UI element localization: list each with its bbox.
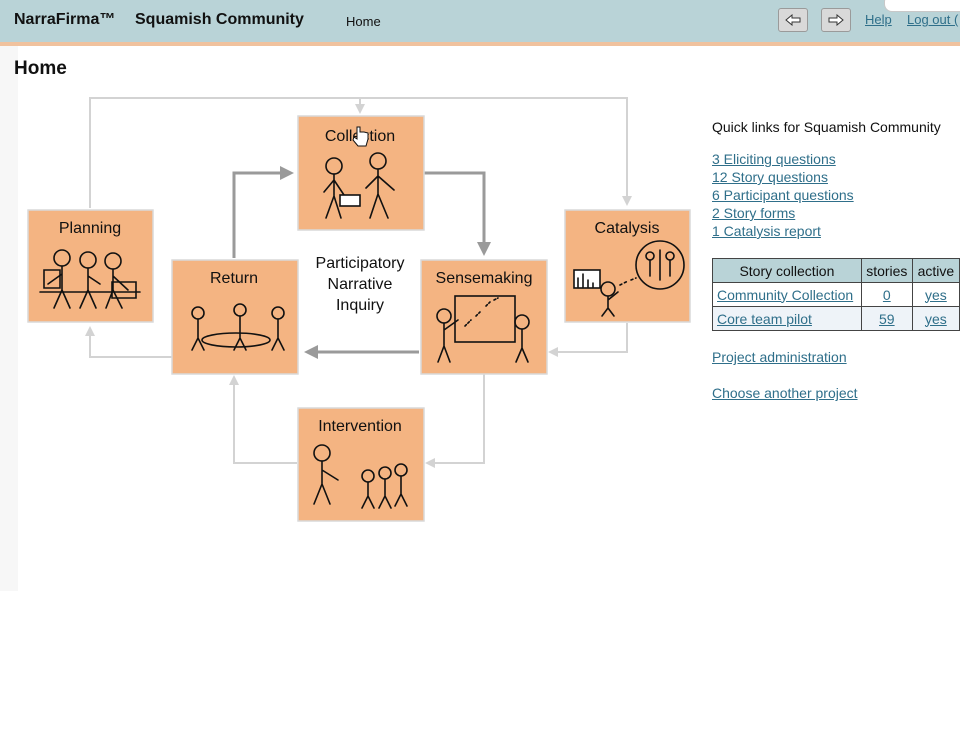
center-title-line-3: Inquiry: [336, 297, 384, 314]
connector-collection-to-sensemaking: [424, 171, 491, 256]
box-label-sensemaking: Sensemaking: [436, 270, 533, 287]
box-label-return: Return: [210, 270, 258, 287]
column-header-stories: stories: [860, 258, 913, 283]
box-label-catalysis: Catalysis: [595, 220, 660, 237]
table-row: Community Collection 0 yes: [712, 282, 960, 307]
box-sensemaking: Sensemaking: [420, 259, 548, 375]
link-catalysis-report[interactable]: 1 Catalysis report: [712, 223, 821, 239]
connector-catalysis-to-sensemaking: [548, 323, 628, 357]
connector-sensemaking-to-intervention: [425, 374, 485, 468]
collection-name-link[interactable]: Core team pilot: [717, 311, 812, 327]
link-project-administration[interactable]: Project administration: [712, 349, 847, 365]
center-title-line-1: Participatory: [316, 255, 405, 272]
box-catalysis: Catalysis: [564, 209, 691, 323]
box-label-planning: Planning: [59, 220, 121, 237]
table-header-row: Story collection stories active: [712, 258, 960, 283]
story-collections-table: Story collection stories active Communit…: [712, 258, 960, 331]
connector-return-to-collection: [232, 166, 294, 258]
link-choose-another-project[interactable]: Choose another project: [712, 385, 858, 401]
column-header-story-collection: Story collection: [712, 258, 862, 283]
link-story-forms[interactable]: 2 Story forms: [712, 205, 795, 221]
pni-cycle-diagram: Collection Planning Catalysis: [27, 97, 691, 522]
column-header-active: active: [911, 258, 960, 283]
table-row: Core team pilot 59 yes: [712, 306, 960, 331]
active-status-link[interactable]: yes: [925, 311, 947, 327]
box-planning: Planning: [27, 209, 154, 323]
connector-intervention-to-return: [229, 375, 297, 464]
pni-center-title: Participatory Narrative Inquiry: [316, 255, 405, 314]
app-window: NarraFirma™ Squamish Community Home Help…: [0, 0, 960, 731]
link-participant-questions[interactable]: 6 Participant questions: [712, 187, 854, 203]
story-count-link[interactable]: 0: [883, 287, 891, 303]
link-eliciting-questions[interactable]: 3 Eliciting questions: [712, 151, 836, 167]
story-count-link[interactable]: 59: [879, 311, 895, 327]
link-story-questions[interactable]: 12 Story questions: [712, 169, 828, 185]
connector-return-to-planning: [85, 326, 172, 358]
active-status-link[interactable]: yes: [925, 287, 947, 303]
box-intervention: Intervention: [297, 407, 425, 522]
box-label-intervention: Intervention: [318, 418, 402, 435]
quick-links-title: Quick links for Squamish Community: [712, 119, 941, 135]
collection-name-link[interactable]: Community Collection: [717, 287, 853, 303]
center-title-line-2: Narrative: [328, 276, 393, 293]
box-return: Return: [171, 259, 299, 375]
